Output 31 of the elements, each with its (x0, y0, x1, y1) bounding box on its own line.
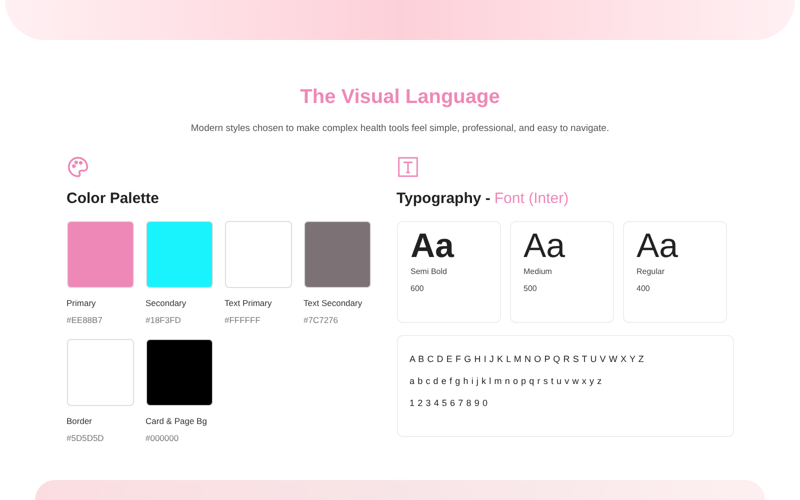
color-name: Primary (66, 298, 97, 308)
alphabet-line: 1 2 3 4 5 6 7 8 9 0 (410, 398, 489, 408)
color-hex: #000000 (146, 433, 180, 443)
weight-name: Regular (636, 267, 666, 276)
weight-value: 400 (636, 284, 651, 294)
typography-heading: Typography - (396, 190, 490, 207)
color-hex: #EE88B7 (66, 315, 104, 325)
weight-name: Semi Bold (410, 267, 448, 276)
color-name: Secondary (146, 298, 188, 308)
palette-icon (66, 156, 88, 178)
color-hex: #5D5D5D (66, 433, 105, 443)
palette-heading: Color Palette (66, 190, 160, 207)
color-name: Card & Page Bg (146, 416, 208, 426)
color-name: Text Secondary (304, 298, 364, 308)
color-name: Border (66, 416, 94, 426)
alphabet-line: A B C D E F G H I J K L M N O P Q R S T U V W X Y Z (410, 354, 646, 364)
color-hex: #FFFFFF (224, 315, 262, 325)
font-sample: Aa (524, 228, 566, 266)
text-icon (396, 156, 418, 178)
weight-value: 500 (524, 284, 538, 294)
weight-name: Medium (524, 267, 553, 276)
alphabet-line: a b c d e f g h i j k l m n o p q r s t u v w x y z (410, 376, 603, 386)
font-name: Font (Inter) (494, 190, 569, 207)
color-name: Text Primary (224, 298, 273, 308)
weight-value: 600 (410, 284, 425, 294)
font-sample: Aa (410, 228, 456, 266)
font-sample: Aa (636, 228, 680, 266)
color-hex: #18F3FD (146, 315, 182, 325)
color-hex: #7C7276 (304, 315, 340, 325)
section-title: The Visual Language (300, 86, 500, 109)
section-subtitle: Modern styles chosen to make complex health tools feel simple, professional, and easy to navigate. (190, 123, 610, 134)
